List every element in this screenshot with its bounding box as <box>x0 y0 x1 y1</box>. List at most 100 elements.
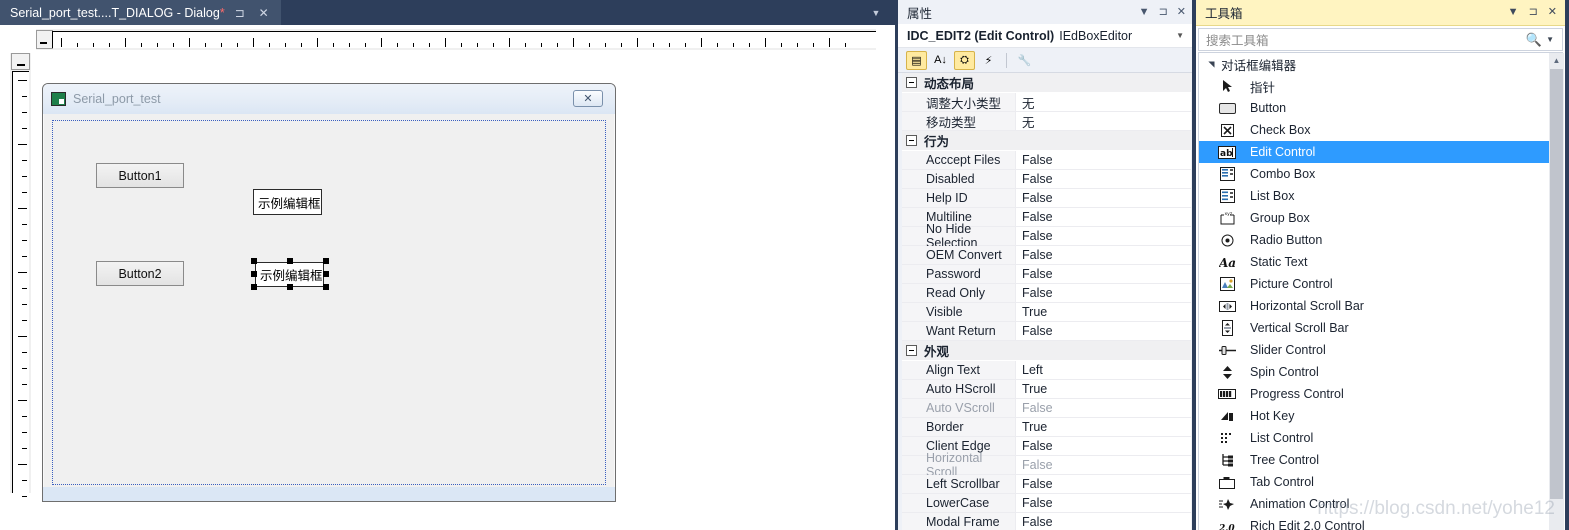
toolbox-search-box[interactable]: 搜索工具箱 🔍 ▼ <box>1198 28 1563 51</box>
resize-handle-ne[interactable] <box>323 258 329 264</box>
property-value[interactable]: False <box>1016 437 1191 455</box>
toolbox-list[interactable]: ◢ 对话框编辑器 指针 Button Check Box ab Edit Control Co… <box>1198 52 1563 530</box>
property-row[interactable]: Help ID False <box>902 189 1191 208</box>
property-value[interactable]: False <box>1016 456 1191 474</box>
property-value[interactable]: False <box>1016 399 1191 417</box>
toolbox-item-picture-control[interactable]: Picture Control <box>1199 273 1562 295</box>
toolbox-item-static-text[interactable]: Aa Static Text <box>1199 251 1562 273</box>
design-button-1[interactable]: Button1 <box>96 163 184 188</box>
toolbox-item-rich-edit-2-0-control[interactable]: 2.0 Rich Edit 2.0 Control <box>1199 515 1562 530</box>
toolbox-item-list-control[interactable]: List Control <box>1199 427 1562 449</box>
categorized-view-icon[interactable]: ▤ <box>906 50 927 70</box>
dialog-close-button[interactable]: ✕ <box>573 90 603 107</box>
toolbox-item-horizontal-scroll-bar[interactable]: Horizontal Scroll Bar <box>1199 295 1562 317</box>
toolbox-item-button[interactable]: Button <box>1199 97 1562 119</box>
resize-handle-sw[interactable] <box>251 284 257 290</box>
property-value[interactable]: False <box>1016 227 1191 245</box>
toolbox-item-animation-control[interactable]: Animation Control <box>1199 493 1562 515</box>
dialog-client-area[interactable]: Button1 Button2 示例编辑框 示例编辑框 <box>52 120 606 485</box>
chevron-down-icon[interactable]: ▼ <box>1176 31 1184 40</box>
property-value[interactable]: True <box>1016 418 1191 436</box>
pin-icon[interactable]: ⊐ <box>231 4 249 22</box>
property-row[interactable]: Password False <box>902 265 1191 284</box>
property-value[interactable]: False <box>1016 246 1191 264</box>
search-icon[interactable]: 🔍 <box>1526 32 1542 48</box>
property-value[interactable]: False <box>1016 265 1191 283</box>
property-row[interactable]: Horizontal Scroll False <box>902 451 1191 479</box>
property-row[interactable]: 调整大小类型无 <box>902 93 1191 112</box>
pin-icon[interactable]: ⊐ <box>1159 6 1168 18</box>
design-button-2[interactable]: Button2 <box>96 261 184 286</box>
toolbox-item-edit-control[interactable]: ab Edit Control <box>1199 141 1562 163</box>
toolbox-item-spin-control[interactable]: Spin Control <box>1199 361 1562 383</box>
property-row[interactable]: Auto HScroll True <box>902 380 1191 399</box>
property-category-header[interactable]: 行为 <box>902 131 1191 151</box>
close-icon[interactable]: ✕ <box>255 4 273 22</box>
resize-handle-w[interactable] <box>251 271 257 277</box>
property-row[interactable]: Align Text Left <box>902 361 1191 380</box>
property-value[interactable]: False <box>1016 151 1191 169</box>
property-row[interactable]: No Hide Selection False <box>902 222 1191 250</box>
property-value[interactable]: False <box>1016 513 1191 530</box>
toolbox-item-check-box[interactable]: Check Box <box>1199 119 1562 141</box>
alphabetical-sort-icon[interactable]: A↓ <box>930 51 951 70</box>
property-value[interactable]: False <box>1016 322 1191 340</box>
property-value[interactable]: 无 <box>1016 93 1191 111</box>
ruler-origin-handle[interactable] <box>36 30 53 49</box>
toolbox-item-slider-control[interactable]: Slider Control <box>1199 339 1562 361</box>
toolbox-item-radio-button[interactable]: Radio Button <box>1199 229 1562 251</box>
pin-icon[interactable]: ⊐ <box>1529 7 1538 18</box>
design-canvas[interactable]: Serial_port_test ✕ Button1 Button2 示例编辑框… <box>31 53 895 530</box>
triangle-up-icon[interactable]: ▲ <box>1549 53 1564 68</box>
chevron-down-icon[interactable]: ▼ <box>867 0 885 25</box>
property-value[interactable]: True <box>1016 303 1191 321</box>
property-row[interactable]: Left Scrollbar False <box>902 475 1191 494</box>
property-value[interactable]: True <box>1016 380 1191 398</box>
properties-page-icon[interactable]: ⛭ <box>954 50 975 70</box>
property-value[interactable]: False <box>1016 189 1191 207</box>
property-row[interactable]: LowerCase False <box>902 494 1191 513</box>
toolbox-item-progress-control[interactable]: Progress Control <box>1199 383 1562 405</box>
property-row[interactable]: Modal Frame False <box>902 513 1191 530</box>
toolbox-item-[interactable]: 指针 <box>1199 75 1562 97</box>
close-icon[interactable]: ✕ <box>1177 6 1186 18</box>
property-row[interactable]: Auto VScroll False <box>902 399 1191 418</box>
resize-handle-n[interactable] <box>287 258 293 264</box>
property-value[interactable]: Left <box>1016 361 1191 379</box>
toolbox-scrollbar-thumb[interactable] <box>1550 69 1563 499</box>
property-row[interactable]: Border True <box>902 418 1191 437</box>
vertical-ruler-origin-handle[interactable] <box>11 53 30 70</box>
property-category-header[interactable]: 外观 <box>902 341 1191 361</box>
resize-handle-nw[interactable] <box>251 258 257 264</box>
toolbox-item-tab-control[interactable]: Tab Control <box>1199 471 1562 493</box>
properties-grid[interactable]: 动态布局 调整大小类型无移动类型无行为 Acccept Files False Disa… <box>902 73 1191 530</box>
toolbox-item-group-box[interactable]: xyz Group Box <box>1199 207 1562 229</box>
property-category-header[interactable]: 动态布局 <box>902 73 1191 93</box>
events-icon[interactable]: ⚡ <box>978 51 999 70</box>
design-dialog[interactable]: Serial_port_test ✕ Button1 Button2 示例编辑框… <box>42 83 616 502</box>
collapse-icon[interactable] <box>906 77 917 88</box>
design-edit-1[interactable]: 示例编辑框 <box>253 189 322 215</box>
close-icon[interactable]: ✕ <box>1548 7 1557 18</box>
property-row[interactable]: Disabled False <box>902 170 1191 189</box>
property-value[interactable]: False <box>1016 475 1191 493</box>
property-row[interactable]: OEM Convert False <box>902 246 1191 265</box>
toolbox-item-combo-box[interactable]: Combo Box <box>1199 163 1562 185</box>
collapse-icon[interactable] <box>906 345 917 356</box>
document-tab-dialog[interactable]: Serial_port_test....T_DIALOG - Dialog * … <box>0 0 281 25</box>
property-row[interactable]: Read Only False <box>902 284 1191 303</box>
resize-handle-s[interactable] <box>287 284 293 290</box>
toolbox-item-vertical-scroll-bar[interactable]: Vertical Scroll Bar <box>1199 317 1562 339</box>
chevron-down-icon[interactable]: ▼ <box>1139 6 1150 18</box>
property-row[interactable]: Acccept Files False <box>902 151 1191 170</box>
toolbox-group-dialog-editor[interactable]: ◢ 对话框编辑器 <box>1199 53 1562 75</box>
collapse-icon[interactable] <box>906 135 917 146</box>
property-value[interactable]: False <box>1016 208 1191 226</box>
vertical-ruler-track[interactable] <box>12 71 29 497</box>
toolbox-item-tree-control[interactable]: Tree Control <box>1199 449 1562 471</box>
property-value[interactable]: False <box>1016 494 1191 512</box>
chevron-down-icon[interactable]: ▼ <box>1546 35 1554 44</box>
property-value[interactable]: 无 <box>1016 112 1191 130</box>
toolbox-scrollbar[interactable]: ▲ <box>1549 53 1564 530</box>
property-value[interactable]: False <box>1016 170 1191 188</box>
